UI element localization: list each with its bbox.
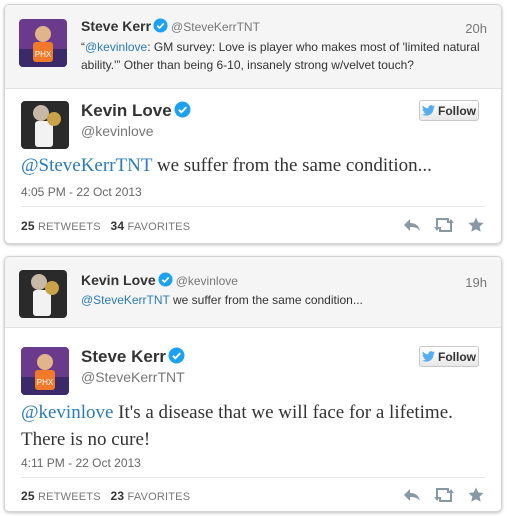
reply-tweet-text: @SteveKerrTNT we suffer from the same co… bbox=[81, 291, 489, 309]
favorite-star-icon[interactable] bbox=[465, 486, 487, 504]
verified-badge-icon bbox=[158, 272, 173, 287]
retweet-icon[interactable] bbox=[433, 216, 455, 234]
steve-kerr-avatar[interactable]: PHX bbox=[21, 347, 69, 395]
verified-badge-icon bbox=[168, 347, 185, 364]
svg-text:PHX: PHX bbox=[37, 378, 54, 387]
kevin-love-avatar[interactable] bbox=[19, 270, 67, 318]
twitter-bird-icon bbox=[422, 105, 435, 116]
divider bbox=[21, 206, 485, 207]
favorite-count[interactable]: 23 FAVORITES bbox=[111, 489, 191, 503]
reply-timestamp[interactable]: 20h bbox=[465, 21, 487, 36]
in-reply-to-tweet[interactable]: PHX Steve Kerr @SteveKerrTNT 20h “@kevinl… bbox=[5, 5, 501, 89]
in-reply-to-tweet[interactable]: Kevin Love @kevinlove 19h @SteveKerrTNT w… bbox=[5, 257, 501, 328]
reply-author-name[interactable]: Steve Kerr bbox=[81, 18, 151, 34]
verified-badge-icon bbox=[153, 18, 168, 33]
mention-link[interactable]: @kevinlove bbox=[85, 40, 147, 54]
verified-badge-icon bbox=[174, 101, 191, 118]
mention-link[interactable]: @SteveKerrTNT bbox=[81, 293, 170, 307]
follow-label: Follow bbox=[438, 349, 476, 364]
author-handle[interactable]: @SteveKerrTNT bbox=[81, 369, 185, 385]
favorite-star-icon[interactable] bbox=[465, 216, 487, 234]
retweet-count[interactable]: 25 RETWEETS bbox=[21, 219, 101, 233]
reply-icon[interactable] bbox=[401, 486, 423, 504]
tweet-body: we suffer from the same condition... bbox=[152, 155, 432, 176]
reply-icon[interactable] bbox=[401, 216, 423, 234]
author-name[interactable]: Steve Kerr bbox=[81, 347, 166, 366]
author-name[interactable]: Kevin Love bbox=[81, 101, 172, 120]
reply-author-handle[interactable]: @SteveKerrTNT bbox=[171, 20, 260, 34]
retweet-icon[interactable] bbox=[433, 486, 455, 504]
divider bbox=[21, 477, 485, 478]
twitter-bird-icon bbox=[422, 351, 435, 362]
favorite-count[interactable]: 34 FAVORITES bbox=[111, 219, 191, 233]
mention-link[interactable]: @SteveKerrTNT bbox=[21, 155, 152, 176]
tweet-date[interactable]: 4:05 PM - 22 Oct 2013 bbox=[21, 185, 142, 199]
svg-text:PHX: PHX bbox=[35, 50, 52, 59]
tweet-body-line-1: It's a disease that we will face for a l… bbox=[113, 402, 453, 423]
tweet-text: @kevinlove It's a disease that we will f… bbox=[21, 399, 491, 453]
reply-text: we suffer from the same condition... bbox=[169, 293, 363, 307]
reply-text-line-1: : GM survey: Love is player who makes mo… bbox=[147, 40, 480, 54]
tweet-date[interactable]: 4:11 PM - 22 Oct 2013 bbox=[21, 456, 141, 470]
follow-button[interactable]: Follow bbox=[419, 100, 479, 121]
tweet-actions bbox=[401, 486, 487, 504]
follow-label: Follow bbox=[438, 103, 476, 118]
reply-author-handle[interactable]: @kevinlove bbox=[176, 274, 238, 288]
author-handle[interactable]: @kevinlove bbox=[81, 123, 154, 139]
steve-kerr-avatar[interactable]: PHX bbox=[19, 19, 67, 67]
reply-text-line-2: ability.'” Other than being 6-10, insane… bbox=[81, 58, 414, 72]
tweet-body-line-2: There is no cure! bbox=[21, 429, 151, 450]
tweet-stats: 25 RETWEETS 34 FAVORITES bbox=[21, 219, 190, 233]
follow-button[interactable]: Follow bbox=[419, 346, 479, 367]
tweet-actions bbox=[401, 216, 487, 234]
mention-link[interactable]: @kevinlove bbox=[21, 402, 113, 423]
tweet-card-1: PHX Steve Kerr @SteveKerrTNT 20h “@kevinl… bbox=[4, 4, 502, 244]
retweet-count[interactable]: 25 RETWEETS bbox=[21, 489, 101, 503]
reply-timestamp[interactable]: 19h bbox=[465, 275, 487, 290]
kevin-love-avatar[interactable] bbox=[21, 101, 69, 149]
reply-author-name[interactable]: Kevin Love bbox=[81, 272, 156, 288]
tweet-text: @SteveKerrTNT we suffer from the same co… bbox=[21, 152, 491, 179]
tweet-card-2: Kevin Love @kevinlove 19h @SteveKerrTNT w… bbox=[4, 256, 502, 512]
reply-tweet-text: “@kevinlove: GM survey: Love is player w… bbox=[81, 38, 489, 74]
tweet-stats: 25 RETWEETS 23 FAVORITES bbox=[21, 489, 190, 503]
